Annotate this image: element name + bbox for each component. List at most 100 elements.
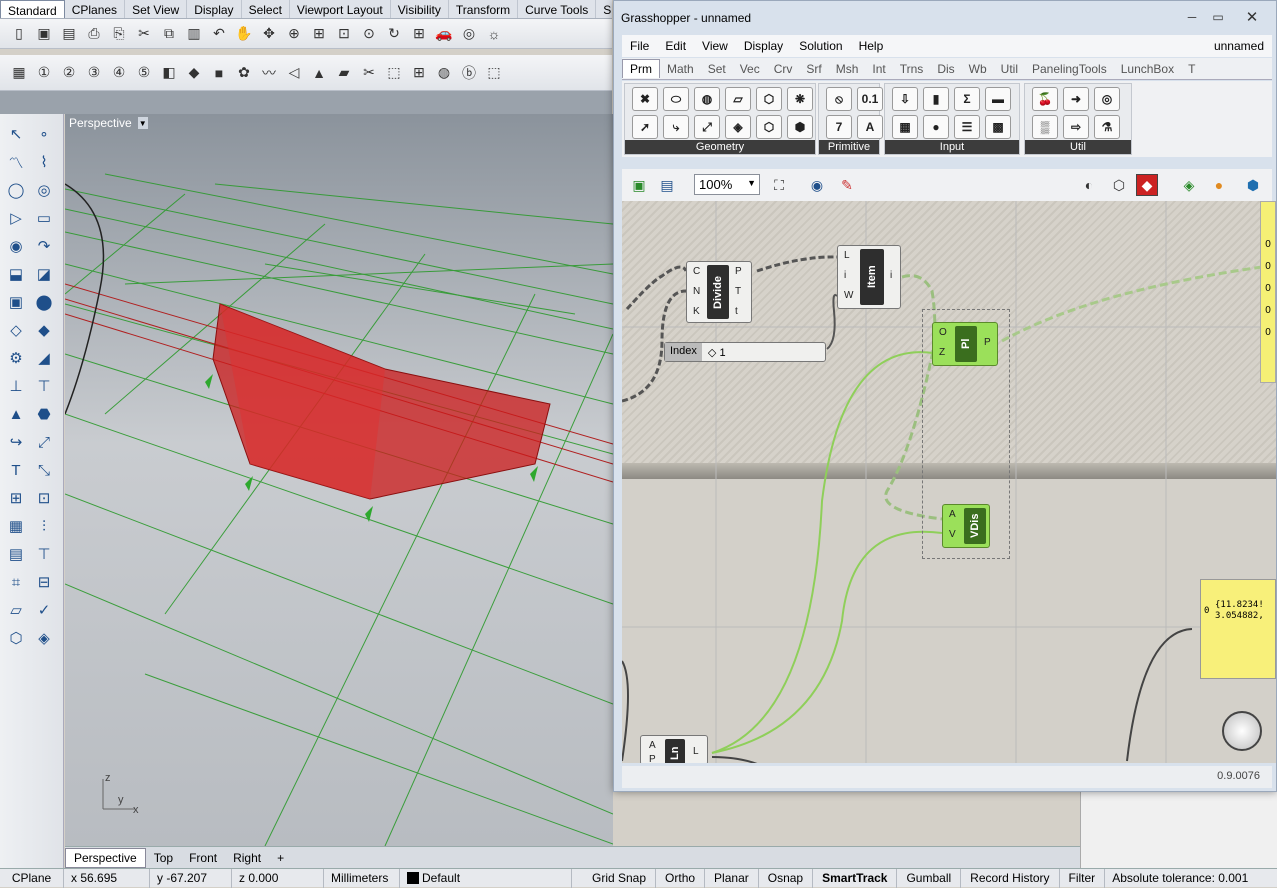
length-input-a[interactable]: A xyxy=(649,740,656,751)
zoom-extents-icon[interactable]: ⛶ xyxy=(768,174,790,196)
left-tool-12-icon[interactable]: ◪ xyxy=(32,262,56,286)
toolbar2-tool-4-icon[interactable]: ③ xyxy=(83,62,105,84)
left-tool-11-icon[interactable]: ⬓ xyxy=(4,262,28,286)
gh-ribbon-group3-item7-icon[interactable]: ☰ xyxy=(954,115,980,139)
toolbar2-tool-10-icon[interactable]: ✿ xyxy=(233,62,255,84)
chevron-down-icon[interactable]: ▼ xyxy=(137,117,148,129)
gh-tab-panelingtools[interactable]: PanelingTools xyxy=(1025,60,1114,78)
left-tool-26-icon[interactable]: ⤡ xyxy=(32,458,56,482)
import-icon[interactable]: ⎘ xyxy=(108,23,130,45)
rotate-view-icon[interactable]: ✥ xyxy=(258,23,280,45)
gh-ribbon-group3-item1-icon[interactable]: ⇩ xyxy=(892,87,918,111)
gh-tab-vec[interactable]: Vec xyxy=(733,60,767,78)
gh-ribbon-group1-item4-icon[interactable]: ▱ xyxy=(725,87,751,111)
undo-icon[interactable]: ↶ xyxy=(208,23,230,45)
gh-tab-crv[interactable]: Crv xyxy=(767,60,800,78)
copy-icon[interactable]: ⧉ xyxy=(158,23,180,45)
viewport-tab-perspective[interactable]: Perspective xyxy=(65,847,146,868)
wireframe-icon[interactable]: ⬡ xyxy=(1108,174,1130,196)
toolbar2-tool-18-icon[interactable]: ◍ xyxy=(433,62,455,84)
zoom-select[interactable]: 100% ▼ xyxy=(694,174,760,195)
left-tool-21-icon[interactable]: ▲ xyxy=(4,402,28,426)
gh-ribbon-group1-item2-icon[interactable]: ⬭ xyxy=(663,87,689,111)
gh-menu-edit[interactable]: Edit xyxy=(657,39,694,53)
preview-off-icon[interactable]: ◐ xyxy=(1078,174,1100,196)
gh-ribbon-group1-item6-icon[interactable]: ❋ xyxy=(787,87,813,111)
toolbar2-tool-11-icon[interactable]: 〰 xyxy=(258,62,280,84)
left-tool-14-icon[interactable]: ⬤ xyxy=(32,290,56,314)
rhino-tab-viewport-layout[interactable]: Viewport Layout xyxy=(290,0,391,18)
vdis-input-a[interactable]: A xyxy=(949,509,956,520)
divide-output-t2[interactable]: t xyxy=(735,306,738,317)
rhino-tab-surfa[interactable]: Surfa xyxy=(596,0,612,18)
new-icon[interactable]: ▯ xyxy=(8,23,30,45)
left-tool-2-icon[interactable]: ∘ xyxy=(32,122,56,146)
gh-ribbon-group1-item9-icon[interactable]: ⤢ xyxy=(694,115,720,139)
left-tool-25-icon[interactable]: T xyxy=(4,458,28,482)
minimize-icon[interactable]: ─ xyxy=(1180,9,1204,25)
gh-menu-view[interactable]: View xyxy=(694,39,736,53)
gh-ribbon-group2-item4-icon[interactable]: A xyxy=(857,115,883,139)
left-tool-27-icon[interactable]: ⊞ xyxy=(4,486,28,510)
gh-ribbon-group4-item4-icon[interactable]: ▒ xyxy=(1032,115,1058,139)
gh-ribbon-group1-item1-icon[interactable]: ✖ xyxy=(632,87,658,111)
left-tool-18-icon[interactable]: ◢ xyxy=(32,346,56,370)
gh-menu-help[interactable]: Help xyxy=(851,39,892,53)
gh-ribbon-group3-item5-icon[interactable]: ▦ xyxy=(892,115,918,139)
left-tool-23-icon[interactable]: ↪ xyxy=(4,430,28,454)
toolbar2-tool-17-icon[interactable]: ⊞ xyxy=(408,62,430,84)
index-slider[interactable]: Index ◇ 1 xyxy=(664,342,826,362)
left-tool-29-icon[interactable]: ▦ xyxy=(4,514,28,538)
gh-ribbon-group2-item1-icon[interactable]: ⦸ xyxy=(826,87,852,111)
toolbar2-tool-15-icon[interactable]: ✂ xyxy=(358,62,380,84)
status-toggle-gumball[interactable]: Gumball xyxy=(897,868,962,888)
left-tool-24-icon[interactable]: ⤢ xyxy=(32,430,56,454)
toolbar2-tool-14-icon[interactable]: ▰ xyxy=(333,62,355,84)
length-component[interactable]: A P Ln L xyxy=(640,735,708,763)
selected-preview-icon[interactable]: ◈ xyxy=(1178,174,1200,196)
length-output-l[interactable]: L xyxy=(693,746,699,757)
toolbar2-tool-3-icon[interactable]: ② xyxy=(58,62,80,84)
display-mode-icon[interactable]: ⬢ xyxy=(1242,174,1264,196)
save-file-icon[interactable]: ▤ xyxy=(656,174,678,196)
status-cplane[interactable]: CPlane xyxy=(0,868,64,888)
left-tool-16-icon[interactable]: ◆ xyxy=(32,318,56,342)
plane-input-o[interactable]: O xyxy=(939,327,947,338)
toolbar2-tool-13-icon[interactable]: ▲ xyxy=(308,62,330,84)
divide-output-p[interactable]: P xyxy=(735,266,742,277)
status-toggle-ortho[interactable]: Ortho xyxy=(656,868,706,888)
gh-tab-t[interactable]: T xyxy=(1181,60,1202,78)
toolbar2-tool-12-icon[interactable]: ◁ xyxy=(283,62,305,84)
rhino-tab-cplanes[interactable]: CPlanes xyxy=(65,0,126,18)
toolbar2-tool-1-icon[interactable]: ▦ xyxy=(8,62,30,84)
viewport-4-icon[interactable]: ⊞ xyxy=(408,23,430,45)
navigation-compass-icon[interactable] xyxy=(1222,711,1262,751)
item-component[interactable]: L i W Item i xyxy=(837,245,901,309)
gh-ribbon-group1-item8-icon[interactable]: ⤷ xyxy=(663,115,689,139)
divide-input-c[interactable]: C xyxy=(693,266,700,277)
gh-ribbon-group1-item5-icon[interactable]: ⬡ xyxy=(756,87,782,111)
divide-input-n[interactable]: N xyxy=(693,286,700,297)
rhino-tab-transform[interactable]: Transform xyxy=(449,0,519,18)
left-tool-7-icon[interactable]: ▷ xyxy=(4,206,28,230)
zoom-extents-icon[interactable]: ⊡ xyxy=(333,23,355,45)
left-tool-10-icon[interactable]: ↷ xyxy=(32,234,56,258)
output-panel[interactable]: 0 {11.8234! 3.054882, xyxy=(1200,579,1276,679)
zoom-icon[interactable]: ⊕ xyxy=(283,23,305,45)
left-tool-1-icon[interactable]: ↖ xyxy=(4,122,28,146)
gh-ribbon-group3-item6-icon[interactable]: ● xyxy=(923,115,949,139)
side-panel[interactable]: 0 0 0 0 0 xyxy=(1260,201,1276,383)
shaded-preview-icon[interactable]: ◆ xyxy=(1136,174,1158,196)
gh-ribbon-group4-item3-icon[interactable]: ◎ xyxy=(1094,87,1120,111)
gh-tab-trns[interactable]: Trns xyxy=(893,60,931,78)
gh-ribbon-group3-item2-icon[interactable]: ▮ xyxy=(923,87,949,111)
gh-tab-msh[interactable]: Msh xyxy=(829,60,866,78)
gh-ribbon-group1-item10-icon[interactable]: ◈ xyxy=(725,115,751,139)
sketch-icon[interactable]: ✎ xyxy=(836,174,858,196)
save-icon[interactable]: ▤ xyxy=(58,23,80,45)
viewport-tab-right[interactable]: Right xyxy=(225,849,269,867)
viewport-tab-top[interactable]: Top xyxy=(146,849,181,867)
left-tool-33-icon[interactable]: ⌗ xyxy=(4,570,28,594)
status-toggle-grid-snap[interactable]: Grid Snap xyxy=(572,868,657,888)
add-viewport-icon[interactable]: + xyxy=(269,849,292,867)
